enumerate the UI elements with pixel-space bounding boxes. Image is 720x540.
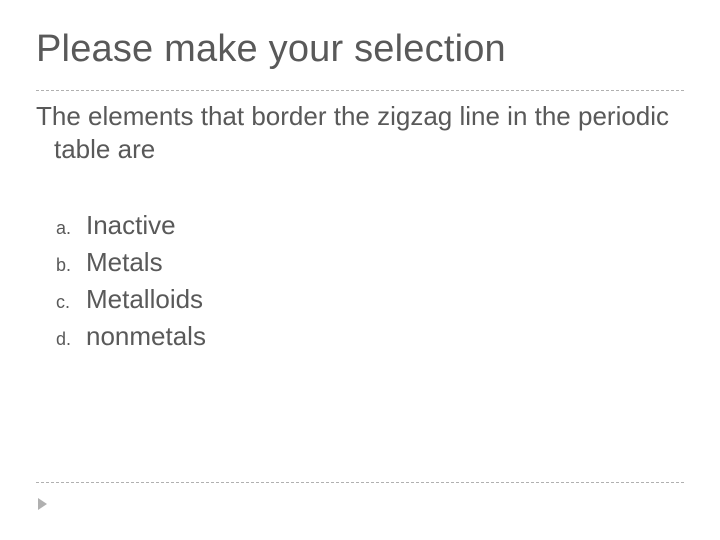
slide: Please make your selection The elements …: [0, 0, 720, 540]
option-marker: b.: [56, 255, 86, 278]
option-marker: c.: [56, 292, 86, 315]
option-text: nonmetals: [86, 321, 206, 352]
option-marker: a.: [56, 218, 86, 241]
option-d[interactable]: d. nonmetals: [56, 321, 206, 352]
arrow-icon: [38, 498, 47, 510]
title-divider: [36, 90, 684, 91]
question-text: The elements that border the zigzag line…: [36, 100, 674, 165]
option-text: Metals: [86, 247, 163, 278]
option-marker: d.: [56, 329, 86, 352]
option-b[interactable]: b. Metals: [56, 247, 206, 278]
option-text: Metalloids: [86, 284, 203, 315]
slide-title: Please make your selection: [36, 28, 506, 71]
option-text: Inactive: [86, 210, 176, 241]
option-c[interactable]: c. Metalloids: [56, 284, 206, 315]
options-list: a. Inactive b. Metals c. Metalloids d. n…: [56, 210, 206, 358]
option-a[interactable]: a. Inactive: [56, 210, 206, 241]
bottom-divider: [36, 482, 684, 483]
